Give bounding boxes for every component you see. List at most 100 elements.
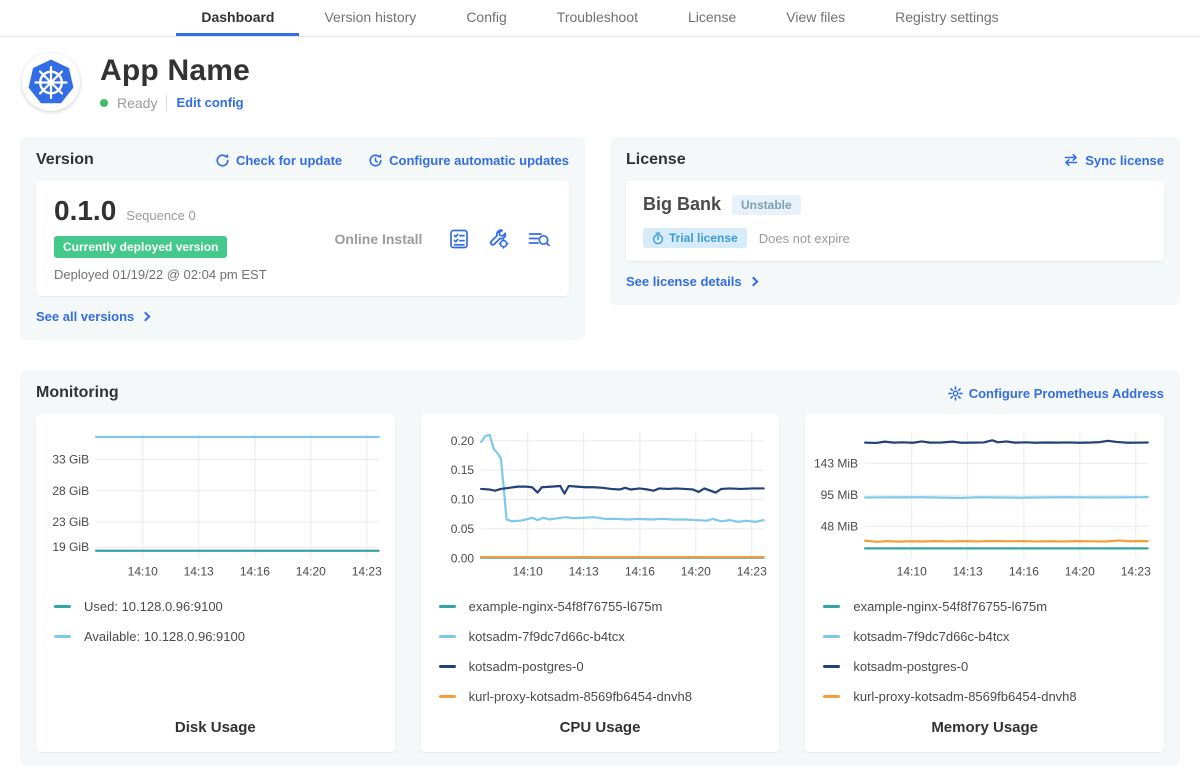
memory-usage-card: 14:1014:1314:1614:2014:2348 MiB95 MiB143… xyxy=(805,414,1164,752)
legend-dash-icon xyxy=(823,635,840,638)
cpu-usage-title: CPU Usage xyxy=(429,719,772,740)
svg-text:14:13: 14:13 xyxy=(184,564,214,578)
legend-dash-icon xyxy=(439,635,456,638)
svg-text:0.05: 0.05 xyxy=(450,522,474,536)
legend-label: example-nginx-54f8f76755-l675m xyxy=(853,599,1047,614)
svg-text:23 GiB: 23 GiB xyxy=(52,515,89,529)
version-number: 0.1.0 xyxy=(54,195,116,227)
cpu-usage-legend: example-nginx-54f8f76755-l675m kotsadm-7f… xyxy=(439,584,772,704)
memory-usage-title: Memory Usage xyxy=(813,719,1156,740)
tab-license[interactable]: License xyxy=(663,0,761,36)
version-panel: Version Check for update xyxy=(20,137,585,340)
legend-label: kotsadm-postgres-0 xyxy=(469,659,584,674)
chevron-right-icon xyxy=(748,277,758,287)
legend-label: kotsadm-postgres-0 xyxy=(853,659,968,674)
tab-version-history[interactable]: Version history xyxy=(299,0,441,36)
license-panel: License Sync license Big Bank Unstable xyxy=(610,137,1180,305)
svg-text:14:10: 14:10 xyxy=(897,564,927,578)
disk-usage-title: Disk Usage xyxy=(44,719,387,740)
tab-dashboard[interactable]: Dashboard xyxy=(176,0,299,36)
svg-text:14:16: 14:16 xyxy=(1009,564,1039,578)
legend-item: Available: 10.128.0.96:9100 xyxy=(54,629,387,644)
expiry-text: Does not expire xyxy=(759,231,850,246)
customer-name: Big Bank xyxy=(643,194,721,215)
svg-text:14:23: 14:23 xyxy=(1121,564,1151,578)
svg-text:14:13: 14:13 xyxy=(568,564,598,578)
legend-item: kurl-proxy-kotsadm-8569fb6454-dnvh8 xyxy=(823,689,1156,704)
kubernetes-icon xyxy=(23,54,79,110)
legend-label: Used: 10.128.0.96:9100 xyxy=(84,599,223,614)
svg-text:14:20: 14:20 xyxy=(296,564,326,578)
svg-text:19 GiB: 19 GiB xyxy=(52,540,89,554)
stopwatch-icon xyxy=(652,232,664,245)
deployed-timestamp: Deployed 01/19/22 @ 02:04 pm EST xyxy=(54,267,309,282)
legend-item: kotsadm-7f9dc7d66c-b4tcx xyxy=(439,629,772,644)
legend-item: kotsadm-postgres-0 xyxy=(439,659,772,674)
see-license-details-link[interactable]: See license details xyxy=(626,274,757,289)
sync-arrows-icon xyxy=(1063,153,1079,167)
license-title: License xyxy=(626,151,686,169)
legend-item: kotsadm-postgres-0 xyxy=(823,659,1156,674)
svg-text:14:10: 14:10 xyxy=(512,564,542,578)
svg-text:14:13: 14:13 xyxy=(953,564,983,578)
legend-item: kotsadm-7f9dc7d66c-b4tcx xyxy=(823,629,1156,644)
memory-usage-chart: 14:1014:1314:1614:2014:2348 MiB95 MiB143… xyxy=(813,424,1156,580)
legend-label: kurl-proxy-kotsadm-8569fb6454-dnvh8 xyxy=(853,689,1076,704)
tab-view-files[interactable]: View files xyxy=(761,0,870,36)
tab-troubleshoot[interactable]: Troubleshoot xyxy=(532,0,663,36)
svg-text:0.00: 0.00 xyxy=(450,551,474,565)
legend-label: kotsadm-7f9dc7d66c-b4tcx xyxy=(853,629,1009,644)
app-status: Ready xyxy=(117,95,157,111)
legend-label: example-nginx-54f8f76755-l675m xyxy=(469,599,663,614)
svg-text:0.10: 0.10 xyxy=(450,493,474,507)
charts-row: 14:10 14:13 14:16 14:20 14:23 19 GiB 23 GiB 28 … xyxy=(36,414,1164,752)
svg-text:14:23: 14:23 xyxy=(736,564,766,578)
legend-dash-icon xyxy=(823,605,840,608)
deploy-logs-icon[interactable] xyxy=(527,228,551,250)
legend-item: kurl-proxy-kotsadm-8569fb6454-dnvh8 xyxy=(439,689,772,704)
monitoring-panel: Monitoring Configure Prometheus Address … xyxy=(20,370,1180,766)
preflight-checklist-icon[interactable] xyxy=(448,228,470,250)
monitoring-title: Monitoring xyxy=(36,384,119,402)
app-logo xyxy=(22,53,80,111)
svg-text:14:20: 14:20 xyxy=(1065,564,1095,578)
legend-dash-icon xyxy=(54,635,71,638)
disk-usage-legend: Used: 10.128.0.96:9100 Available: 10.128.… xyxy=(54,584,387,644)
svg-text:14:10: 14:10 xyxy=(128,564,158,578)
cpu-usage-chart: 14:1014:1314:1614:2014:230.000.050.100.1… xyxy=(429,424,772,580)
svg-text:14:20: 14:20 xyxy=(680,564,710,578)
check-for-update-link[interactable]: Check for update xyxy=(215,153,342,168)
svg-text:95 MiB: 95 MiB xyxy=(821,488,858,502)
disk-usage-card: 14:1014:1314:1614:2014:2319 GiB23 GiB28 … xyxy=(36,414,395,752)
legend-label: kotsadm-7f9dc7d66c-b4tcx xyxy=(469,629,625,644)
legend-item: Used: 10.128.0.96:9100 xyxy=(54,599,387,614)
svg-text:28 GiB: 28 GiB xyxy=(52,484,89,498)
deployed-badge: Currently deployed version xyxy=(54,236,227,258)
page: Dashboard Version history Config Trouble… xyxy=(0,0,1200,766)
legend-label: Available: 10.128.0.96:9100 xyxy=(84,629,245,644)
gear-icon xyxy=(948,386,963,401)
cpu-usage-card: 14:1014:1314:1614:2014:230.000.050.100.1… xyxy=(421,414,780,752)
license-card: Big Bank Unstable Trial license Does not… xyxy=(626,181,1164,261)
legend-dash-icon xyxy=(439,605,456,608)
legend-dash-icon xyxy=(439,665,456,668)
sequence-label: Sequence 0 xyxy=(126,208,195,223)
top-nav: Dashboard Version history Config Trouble… xyxy=(0,0,1200,37)
config-wrench-icon[interactable] xyxy=(487,227,510,250)
edit-config-link[interactable]: Edit config xyxy=(176,95,243,110)
tab-registry-settings[interactable]: Registry settings xyxy=(870,0,1023,36)
legend-item: example-nginx-54f8f76755-l675m xyxy=(439,599,772,614)
legend-dash-icon xyxy=(823,695,840,698)
see-all-versions-link[interactable]: See all versions xyxy=(36,309,149,324)
app-title: App Name xyxy=(100,54,250,88)
tab-config[interactable]: Config xyxy=(441,0,531,36)
svg-text:33 GiB: 33 GiB xyxy=(52,453,89,467)
svg-text:14:16: 14:16 xyxy=(625,564,655,578)
configure-prometheus-link[interactable]: Configure Prometheus Address xyxy=(948,386,1164,401)
legend-dash-icon xyxy=(823,665,840,668)
svg-text:0.20: 0.20 xyxy=(450,434,474,448)
configure-automatic-updates-link[interactable]: Configure automatic updates xyxy=(368,153,569,168)
sync-license-link[interactable]: Sync license xyxy=(1063,153,1164,168)
divider xyxy=(166,95,167,111)
legend-dash-icon xyxy=(54,605,71,608)
